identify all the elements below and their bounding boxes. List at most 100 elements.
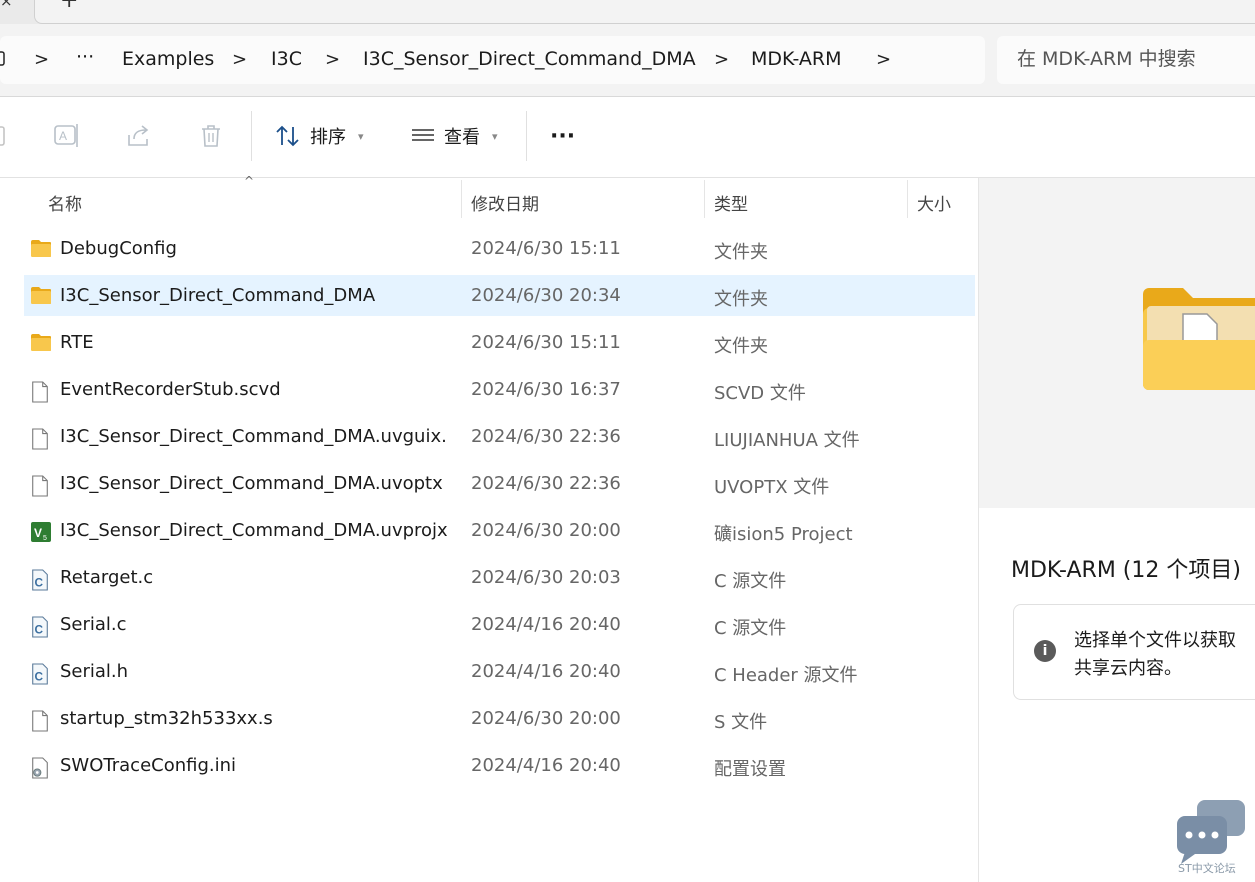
- file-icon: [30, 380, 52, 403]
- column-divider[interactable]: [461, 180, 462, 218]
- breadcrumb-item-project[interactable]: I3C_Sensor_Direct_Command_DMA: [363, 48, 696, 70]
- share-icon[interactable]: [124, 121, 154, 151]
- sort-button[interactable]: 排序 ▾: [274, 121, 364, 151]
- new-tab-icon[interactable]: +: [60, 0, 78, 13]
- info-text-line: 选择单个文件以获取: [1074, 630, 1236, 651]
- file-row[interactable]: I3C_Sensor_Direct_Command_DMA 2024/6/30 2…: [24, 275, 975, 316]
- search-input[interactable]: [1017, 48, 1255, 70]
- breadcrumb[interactable]: > ··· Examples > I3C > I3C_Sensor_Direct…: [0, 36, 985, 84]
- breadcrumb-chevron[interactable]: >: [34, 49, 49, 70]
- view-label: 查看: [444, 127, 480, 148]
- file-name[interactable]: EventRecorderStub.scvd: [60, 379, 448, 400]
- breadcrumb-chevron[interactable]: >: [714, 49, 729, 70]
- file-name[interactable]: I3C_Sensor_Direct_Command_DMA: [60, 285, 448, 306]
- breadcrumb-item-examples[interactable]: Examples: [122, 48, 214, 70]
- details-pane: MDK-ARM (12 个项目) i 选择单个文件以获取 共享云内容。: [978, 178, 1255, 882]
- file-name[interactable]: DebugConfig: [60, 238, 448, 259]
- paste-icon[interactable]: [0, 121, 16, 151]
- file-modified-date: 2024/4/16 20:40: [471, 755, 621, 776]
- c-file-icon: C: [30, 615, 52, 638]
- file-row[interactable]: EventRecorderStub.scvd 2024/6/30 16:37 SCV…: [24, 369, 975, 410]
- file-name[interactable]: I3C_Sensor_Direct_Command_DMA.uvoptx: [60, 473, 448, 494]
- view-button[interactable]: 查看 ▾: [410, 121, 498, 151]
- breadcrumb-chevron[interactable]: >: [232, 49, 247, 70]
- file-name[interactable]: Retarget.c: [60, 567, 448, 588]
- file-row[interactable]: startup_stm32h533xx.s 2024/6/30 20:00 S 文件: [24, 698, 975, 739]
- file-row[interactable]: RTE 2024/6/30 15:11 文件夹: [24, 322, 975, 363]
- file-type: 配置设置: [714, 759, 786, 780]
- file-row[interactable]: C Serial.h 2024/4/16 20:40 C Header 源文件: [24, 651, 975, 692]
- file-type: 礦ision5 Project: [714, 524, 853, 545]
- large-folder-icon: [1143, 288, 1255, 390]
- file-row[interactable]: C Retarget.c 2024/6/30 20:03 C 源文件: [24, 557, 975, 598]
- file-modified-date: 2024/4/16 20:40: [471, 661, 621, 682]
- file-name[interactable]: Serial.h: [60, 661, 448, 682]
- breadcrumb-overflow[interactable]: ···: [76, 46, 94, 68]
- file-row[interactable]: I3C_Sensor_Direct_Command_DMA.uvoptx 2024…: [24, 463, 975, 504]
- file-name[interactable]: Serial.c: [60, 614, 448, 635]
- file-type: C 源文件: [714, 618, 787, 639]
- file-modified-date: 2024/6/30 20:34: [471, 285, 621, 306]
- column-header-type[interactable]: 类型: [714, 190, 748, 215]
- file-row[interactable]: V 5 I3C_Sensor_Direct_Command_DMA.uvprojx 2…: [24, 510, 975, 551]
- svg-text:C: C: [35, 575, 44, 589]
- file-type: C Header 源文件: [714, 665, 858, 686]
- file-type: LIUJIANHUA 文件: [714, 430, 860, 451]
- file-name[interactable]: I3C_Sensor_Direct_Command_DMA.uvguix.l..…: [60, 426, 448, 447]
- view-icon: [412, 129, 434, 141]
- file-modified-date: 2024/6/30 20:00: [471, 520, 621, 541]
- file-list: ^ 名称 修改日期 类型 大小 DebugConfig 2024/6/30 15:…: [0, 174, 976, 882]
- file-modified-date: 2024/6/30 20:03: [471, 567, 621, 588]
- delete-icon[interactable]: [196, 121, 226, 151]
- pc-icon: [0, 51, 5, 66]
- breadcrumb-item-mdk-arm[interactable]: MDK-ARM: [751, 48, 842, 70]
- file-type: SCVD 文件: [714, 383, 806, 404]
- file-modified-date: 2024/4/16 20:40: [471, 614, 621, 635]
- svg-text:C: C: [35, 669, 44, 683]
- command-bar: A 排序 ▾ 查看 ▾ ···: [0, 97, 1255, 178]
- chevron-down-icon: ▾: [492, 129, 498, 143]
- rename-icon[interactable]: A: [52, 121, 82, 151]
- details-title: MDK-ARM (12 个项目): [1011, 558, 1241, 583]
- search-box[interactable]: [997, 36, 1255, 84]
- address-bar: > ··· Examples > I3C > I3C_Sensor_Direct…: [0, 24, 1255, 97]
- info-text: 选择单个文件以获取 共享云内容。: [1074, 627, 1236, 683]
- more-options-button[interactable]: ···: [550, 121, 575, 151]
- settings-file-icon: [30, 756, 52, 779]
- file-type: 文件夹: [714, 289, 768, 310]
- sort-icon: [276, 125, 299, 147]
- breadcrumb-item-i3c[interactable]: I3C: [271, 48, 302, 70]
- breadcrumb-chevron[interactable]: >: [876, 49, 891, 70]
- file-modified-date: 2024/6/30 16:37: [471, 379, 621, 400]
- column-header-name[interactable]: 名称: [48, 190, 82, 215]
- tab-current[interactable]: [34, 0, 1255, 24]
- file-name[interactable]: I3C_Sensor_Direct_Command_DMA.uvprojx: [60, 520, 448, 541]
- c-file-icon: C: [30, 662, 52, 685]
- watermark-text: ST中文论坛: [1178, 862, 1236, 875]
- file-name[interactable]: RTE: [60, 332, 448, 353]
- close-tab-icon[interactable]: ×: [0, 0, 13, 10]
- file-row[interactable]: SWOTraceConfig.ini 2024/4/16 20:40 配置设置: [24, 745, 975, 786]
- file-row[interactable]: I3C_Sensor_Direct_Command_DMA.uvguix.l..…: [24, 416, 975, 457]
- uvision-icon: V5: [30, 521, 52, 542]
- column-divider[interactable]: [704, 180, 705, 218]
- folder-icon: [30, 239, 52, 259]
- sort-label: 排序: [310, 127, 346, 148]
- file-modified-date: 2024/6/30 22:36: [471, 473, 621, 494]
- tab-strip: × +: [0, 0, 1255, 24]
- svg-text:C: C: [35, 622, 44, 636]
- column-header-size[interactable]: 大小: [917, 190, 951, 215]
- file-row[interactable]: DebugConfig 2024/6/30 15:11 文件夹: [24, 228, 975, 269]
- file-icon: [30, 709, 52, 732]
- column-divider[interactable]: [907, 180, 908, 218]
- breadcrumb-chevron[interactable]: >: [325, 49, 340, 70]
- sort-ascending-icon: ^: [244, 174, 255, 188]
- info-text-line: 共享云内容。: [1074, 658, 1182, 679]
- file-row[interactable]: C Serial.c 2024/4/16 20:40 C 源文件: [24, 604, 975, 645]
- file-modified-date: 2024/6/30 20:00: [471, 708, 621, 729]
- file-name[interactable]: startup_stm32h533xx.s: [60, 708, 448, 729]
- column-header-modified[interactable]: 修改日期: [471, 190, 539, 215]
- toolbar-separator: [526, 111, 527, 161]
- file-name[interactable]: SWOTraceConfig.ini: [60, 755, 448, 776]
- folder-icon: [30, 286, 52, 306]
